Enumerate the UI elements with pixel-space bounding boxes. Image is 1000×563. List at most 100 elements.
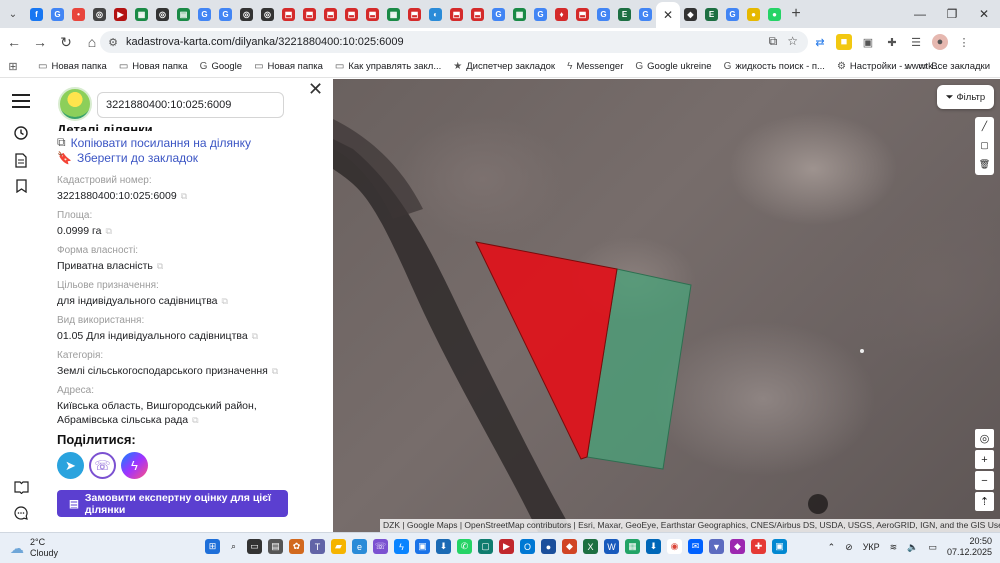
chrome-icon[interactable]: ◉ (667, 539, 682, 554)
bookmark-item[interactable]: ϟ Messenger (567, 61, 623, 72)
filter-button[interactable]: ⏷ Фільтр (937, 85, 994, 109)
compass-icon[interactable]: ⇡ (975, 492, 994, 511)
browser-tab[interactable]: ▦ (509, 3, 530, 25)
viber-icon[interactable]: ☏ (373, 539, 388, 554)
reading-list-icon[interactable]: ☰ (908, 34, 924, 50)
zoom-out-button[interactable]: − (975, 471, 994, 490)
browser-tab[interactable]: ⬒ (320, 3, 341, 25)
translate-icon[interactable]: ⇄ (812, 34, 828, 50)
messenger-icon[interactable]: ϟ (394, 539, 409, 554)
maximize-icon[interactable]: ❐ (936, 0, 968, 28)
telegram-icon[interactable]: ➤ (57, 452, 84, 479)
bookmark-item[interactable]: G Google ukreine (635, 61, 711, 72)
browser-tab[interactable]: ⬒ (299, 3, 320, 25)
satellite-map[interactable]: ⏷ Фільтр ╱ ▢ 🗑 ◎ + − ⇡ DZK | Google Maps… (333, 79, 1000, 532)
browser-tab[interactable]: ⬒ (404, 3, 425, 25)
document-icon[interactable] (11, 150, 31, 170)
browser-tab[interactable]: G (47, 3, 68, 25)
bookmark-item[interactable]: ▭ Новая папка (254, 61, 323, 72)
browser-tab[interactable]: ◎ (257, 3, 278, 25)
browser-tab[interactable]: ◎ (89, 3, 110, 25)
profile-avatar[interactable]: ● (932, 34, 948, 50)
office-icon[interactable]: ◆ (562, 539, 577, 554)
diamond-app-icon[interactable]: ◆ (730, 539, 745, 554)
browser-tab[interactable]: ⬒ (278, 3, 299, 25)
install-app-icon[interactable]: ⧉ (769, 34, 778, 49)
browser-tab[interactable]: ◎ (236, 3, 257, 25)
browser-tab[interactable]: ♦ (551, 3, 572, 25)
browser-tab[interactable]: E (701, 3, 722, 25)
word-icon[interactable]: W (604, 539, 619, 554)
chrome-menu-icon[interactable]: ⋮ (956, 34, 972, 50)
copy-value-icon[interactable]: ⧉ (272, 366, 278, 376)
teams-icon[interactable]: T (310, 539, 325, 554)
viber-icon[interactable]: ☏ (89, 452, 116, 479)
task-view-icon[interactable]: ▭ (247, 539, 262, 554)
chat-icon[interactable] (11, 503, 31, 523)
browser-tab[interactable]: ⬒ (446, 3, 467, 25)
red-app-icon[interactable]: ✚ (751, 539, 766, 554)
reload-icon[interactable]: ↻ (54, 30, 78, 54)
locate-me-icon[interactable]: ◎ (975, 429, 994, 448)
volume-icon[interactable]: 🔈 (907, 542, 918, 553)
bookmark-item[interactable]: ★ Диспетчер закладок (453, 61, 555, 72)
trash-icon[interactable]: 🗑 (975, 155, 994, 174)
bookmark-item[interactable]: ▭ Как управлять закл... (335, 61, 441, 72)
tab-search-chevron-icon[interactable]: ⌄ (0, 0, 26, 28)
circle-app-icon[interactable]: ● (541, 539, 556, 554)
excel-icon[interactable]: X (583, 539, 598, 554)
copy-link-button[interactable]: ⧉ Копіювати посилання на ділянку (57, 135, 251, 150)
notepad-icon[interactable]: ▤ (268, 539, 283, 554)
back-icon[interactable]: ← (2, 30, 26, 54)
messenger-icon[interactable]: ϟ (121, 452, 148, 479)
bookmark-item[interactable]: ▭ Новая папка (38, 61, 107, 72)
save-bookmark-button[interactable]: 🔖 Зберегти до закладок (57, 151, 198, 165)
vpn-icon[interactable]: ▼ (709, 539, 724, 554)
address-bar[interactable]: ⚙ kadastrova-karta.com/dilyanka/32218804… (100, 31, 808, 53)
copy-value-icon[interactable]: ⧉ (222, 296, 228, 306)
extension-yellow-icon[interactable]: ■ (836, 34, 852, 50)
photos-icon[interactable]: ▦ (625, 539, 640, 554)
all-bookmarks-button[interactable]: ▭ Все закладки (918, 61, 990, 72)
browser-tab[interactable]: G (488, 3, 509, 25)
browser-tab[interactable]: G (722, 3, 743, 25)
forward-icon[interactable]: → (28, 30, 52, 54)
tray-chevron-icon[interactable]: ⌃ (828, 542, 836, 553)
history-clock-icon[interactable] (11, 123, 31, 143)
browser-tab[interactable]: ⬒ (467, 3, 488, 25)
apps-grid-icon[interactable]: ⊞ (0, 60, 26, 73)
browser-tab[interactable]: ● (764, 3, 785, 25)
extension-toolbox-icon[interactable]: ▣ (860, 34, 876, 50)
draw-line-icon[interactable]: ╱ (975, 117, 994, 136)
paint-icon[interactable]: ✿ (289, 539, 304, 554)
browser-tab[interactable]: G (635, 3, 656, 25)
remote-desktop-icon[interactable]: ▣ (415, 539, 430, 554)
browser-tab[interactable]: ● (743, 3, 764, 25)
screen-app-icon[interactable]: ▣ (772, 539, 787, 554)
browser-tab[interactable]: G (215, 3, 236, 25)
browser-tab[interactable]: f (26, 3, 47, 25)
download-icon[interactable]: ⬇ (436, 539, 451, 554)
browser-tab[interactable]: G (593, 3, 614, 25)
copy-value-icon[interactable]: ⧉ (192, 415, 198, 425)
outlook-icon[interactable]: O (520, 539, 535, 554)
wifi-icon[interactable]: ≋ (890, 542, 898, 553)
edge-icon[interactable]: e (352, 539, 367, 554)
copy-value-icon[interactable]: ⧉ (252, 331, 258, 341)
site-info-icon[interactable]: ⚙ (100, 36, 126, 49)
minimize-icon[interactable]: — (904, 0, 936, 28)
hamburger-menu-icon[interactable] (11, 91, 31, 111)
book-open-icon[interactable] (11, 477, 31, 497)
file-explorer-icon[interactable]: ▰ (331, 539, 346, 554)
browser-tab[interactable]: ◐ (425, 3, 446, 25)
browser-tab[interactable]: ⬒ (572, 3, 593, 25)
search-icon[interactable]: ⌕ (226, 539, 241, 554)
battery-icon[interactable]: ▭ (928, 542, 937, 553)
weather-widget[interactable]: ☁ 2°C Cloudy (10, 537, 58, 559)
bookmark-item[interactable]: Gжидкость поиск - п... (724, 61, 825, 72)
bookmarks-overflow-icon[interactable]: » (904, 61, 910, 73)
copy-value-icon[interactable]: ⧉ (157, 261, 163, 271)
browser-tab[interactable]: ▦ (383, 3, 404, 25)
browser-tab[interactable]: G (194, 3, 215, 25)
start-windows-icon[interactable]: ⊞ (205, 539, 220, 554)
